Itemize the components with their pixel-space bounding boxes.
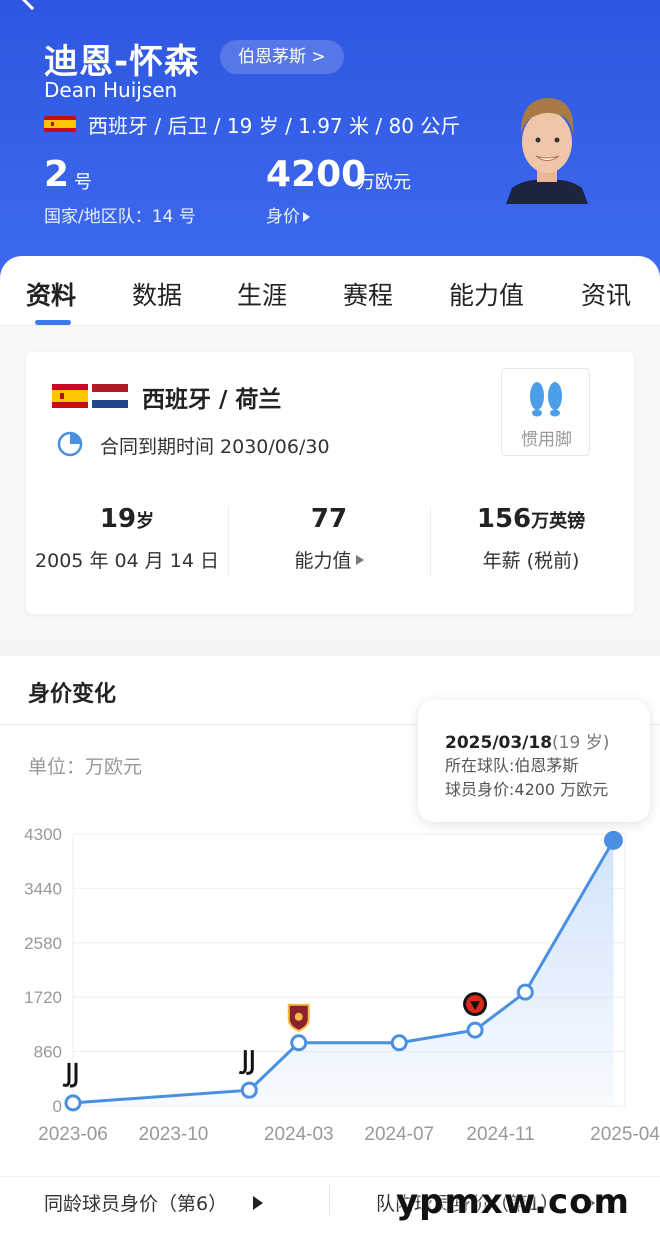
back-arrow-icon[interactable]: [17, 0, 47, 11]
data-point: [516, 983, 534, 1001]
ranking-divider: [329, 1185, 330, 1215]
y-tick-label: 4300: [24, 825, 62, 844]
tooltip-team: 所在球队:伯恩茅斯: [445, 756, 579, 775]
data-point: [240, 1081, 258, 1099]
netherlands-flag-icon: [92, 384, 128, 408]
nationality-text: 西班牙 / 荷兰: [142, 387, 282, 413]
y-tick-label: 1720: [24, 988, 62, 1007]
feet-icon: [530, 382, 562, 417]
tab-bar: 资料 数据 生涯 赛程 能力值 资讯: [0, 256, 660, 326]
salary-stat: 156万英镑 年薪 (税前): [430, 504, 632, 573]
salary-unit: 万英镑: [531, 511, 586, 532]
chart-tooltip: 2025/03/18(19 岁) 所在球队:伯恩茅斯 球员身价:4200 万欧元: [418, 700, 650, 822]
data-point: [290, 1034, 308, 1052]
birth-date: 2005 年 04 月 14 日: [35, 550, 219, 572]
player-info-line: 西班牙 / 后卫 / 19 岁 / 1.97 米 / 80 公斤: [88, 114, 461, 138]
national-team-number: 国家/地区队：14 号: [44, 207, 196, 227]
unit-label: 单位：万欧元: [28, 756, 143, 778]
tab-profile[interactable]: 资料: [26, 276, 76, 312]
value-area: [73, 840, 614, 1106]
tab-career[interactable]: 生涯: [237, 276, 287, 312]
tab-schedule[interactable]: 赛程: [343, 276, 393, 312]
player-avatar: [506, 98, 588, 204]
tooltip-age: (19 岁): [552, 733, 610, 753]
x-tick-label: 2024-03: [264, 1124, 334, 1145]
player-name-en: Dean Huijsen: [44, 78, 178, 102]
pie-clock-icon: [57, 431, 83, 457]
player-header: 迪恩-怀森 伯恩茅斯 > Dean Huijsen 西班牙 / 后卫 / 19 …: [0, 0, 660, 280]
tooltip-date: 2025/03/18: [445, 733, 553, 753]
play-arrow-icon: [355, 555, 364, 565]
x-tick-label: 2024-11: [466, 1124, 534, 1145]
age-unit: 岁: [136, 511, 155, 532]
club-link-button[interactable]: 伯恩茅斯 >: [220, 40, 344, 74]
preferred-foot-box: 惯用脚: [501, 368, 590, 456]
salary-value: 156: [476, 504, 532, 534]
y-tick-label: 860: [34, 1043, 62, 1062]
profile-card: 西班牙 / 荷兰 合同到期时间 2030/06/30 惯用脚 19岁 2005 …: [26, 352, 634, 614]
profile-card-area: 西班牙 / 荷兰 合同到期时间 2030/06/30 惯用脚 19岁 2005 …: [0, 326, 660, 640]
rating-stat[interactable]: 77 能力值: [228, 504, 430, 573]
data-point: [603, 830, 623, 850]
market-value-chart[interactable]: 4300 3440 2580 1720 860 0 2023-06 2023-10 2024-0…: [0, 806, 660, 1156]
tab-rating[interactable]: 能力值: [449, 276, 524, 312]
juventus-badge-icon: [62, 1062, 78, 1088]
y-tick-label: 3440: [24, 879, 62, 898]
play-arrow-icon: [303, 212, 310, 222]
player-name-cn: 迪恩-怀森: [44, 42, 200, 82]
salary-label: 年薪 (税前): [482, 550, 580, 572]
play-arrow-icon: [253, 1196, 264, 1210]
rating-value: 77: [310, 504, 348, 534]
x-tick-label: 2024-07: [364, 1124, 434, 1145]
tooltip-value: 球员身价:4200 万欧元: [445, 780, 609, 799]
section-title: 身价变化: [28, 682, 117, 707]
data-point: [466, 1021, 484, 1039]
spain-flag-icon: [44, 116, 76, 132]
watermark: ypmxw.com: [396, 1182, 630, 1222]
y-tick-label: 0: [53, 1097, 62, 1116]
preferred-foot-label: 惯用脚: [521, 430, 572, 450]
tab-data[interactable]: 数据: [132, 276, 182, 312]
peer-value-rank-label: 同龄球员身价（第6）: [44, 1193, 228, 1215]
market-value-label: 身价: [266, 207, 300, 227]
rating-label: 能力值: [294, 550, 352, 572]
data-point: [390, 1034, 408, 1052]
bournemouth-badge-icon: [463, 992, 488, 1017]
market-value-section: 身价变化 单位：万欧元 4300 3440 2580 1720 860 0 2023-06 2…: [0, 656, 660, 1250]
active-tab-indicator: [35, 320, 71, 325]
x-tick-label: 2023-10: [139, 1124, 209, 1145]
market-value-unit: 万欧元: [357, 172, 411, 193]
shirt-number-unit: 号: [74, 172, 92, 193]
peer-value-rank-link[interactable]: 同龄球员身价（第6）: [44, 1189, 264, 1216]
x-tick-label: 2025-04: [590, 1124, 660, 1145]
market-value: 4200: [266, 154, 367, 195]
shirt-number: 2: [44, 154, 70, 195]
market-value-link[interactable]: 身价: [266, 202, 310, 227]
contract-expiry: 合同到期时间 2030/06/30: [100, 436, 330, 458]
roma-badge-icon: [287, 1003, 310, 1032]
y-tick-label: 2580: [24, 934, 62, 953]
age-stat: 19岁 2005 年 04 月 14 日: [26, 504, 228, 573]
tab-news[interactable]: 资讯: [581, 276, 631, 312]
x-tick-label: 2023-06: [38, 1124, 108, 1145]
spain-flag-icon: [52, 384, 88, 408]
age-value: 19: [99, 504, 137, 534]
data-point: [64, 1094, 82, 1112]
juventus-badge-icon: [238, 1050, 254, 1075]
